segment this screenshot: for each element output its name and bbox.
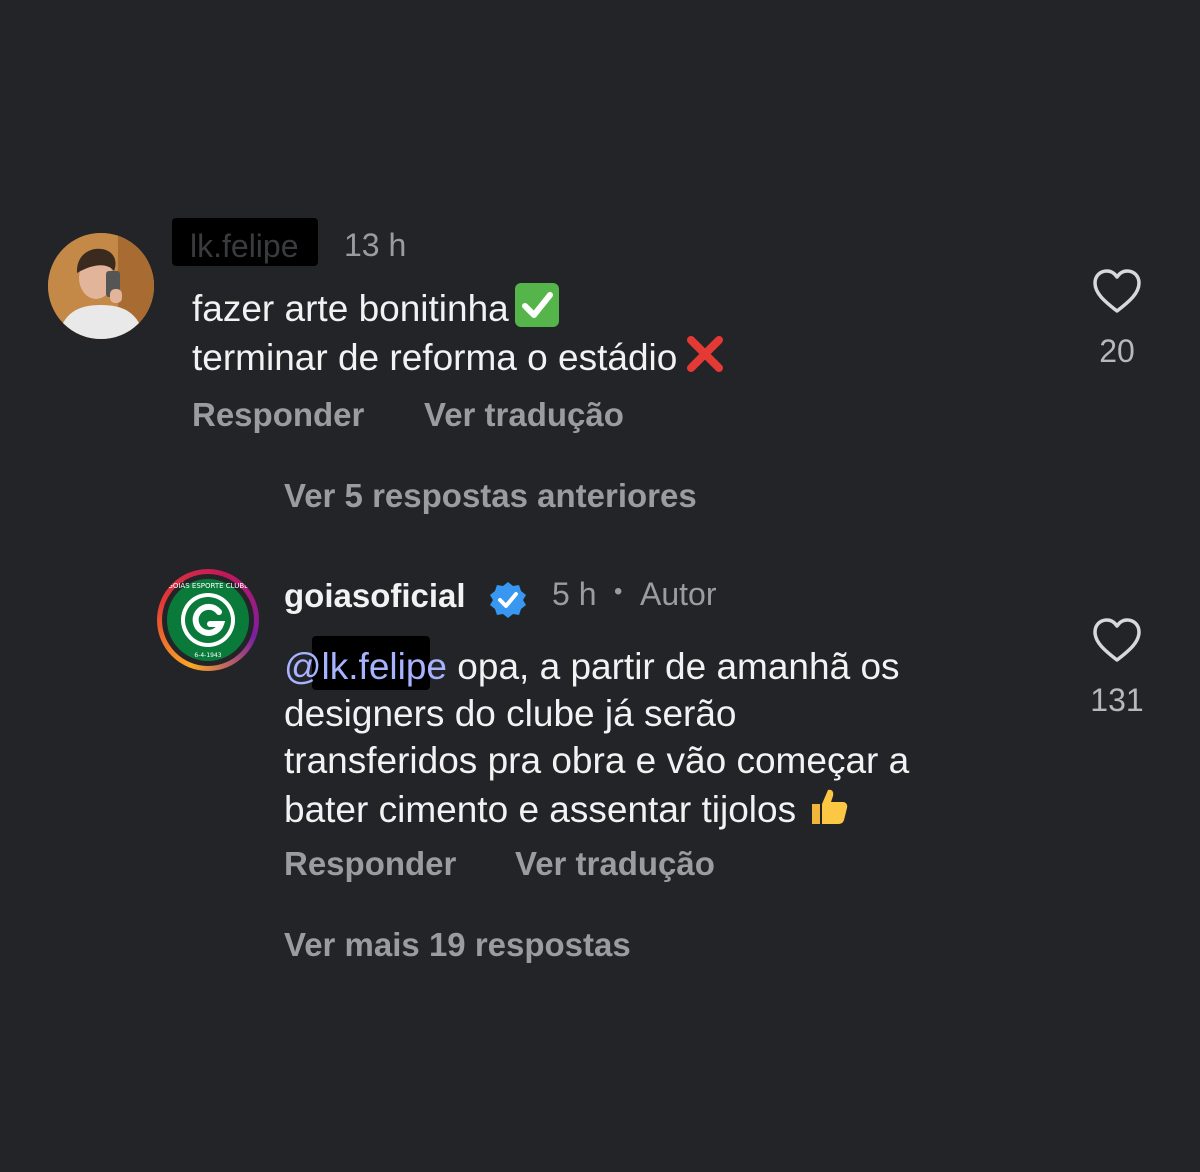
person-photo-icon bbox=[48, 233, 154, 339]
reply-button[interactable]: Responder bbox=[192, 396, 364, 434]
like-count: 20 bbox=[1099, 333, 1135, 369]
comment-username[interactable]: lk.felipe bbox=[190, 228, 299, 265]
view-more-replies-button[interactable]: Ver mais 19 respostas bbox=[284, 926, 631, 964]
comment-line-1: fazer arte bonitinha bbox=[192, 288, 509, 329]
reply-line-3: transferidos pra obra e vão começar a bbox=[284, 740, 910, 781]
reply-button-2[interactable]: Responder bbox=[284, 845, 456, 883]
heart-icon-2[interactable] bbox=[1092, 617, 1142, 663]
author-tag: Autor bbox=[640, 576, 717, 612]
reply-body: @lk.felipe opa, a partir de amanhã os de… bbox=[284, 643, 909, 833]
translate-button-2[interactable]: Ver tradução bbox=[515, 845, 715, 883]
cross-mark-icon bbox=[683, 332, 727, 376]
verified-badge-icon bbox=[490, 582, 526, 618]
crest-ring-text: GOIÁS ESPORTE CLUBE bbox=[167, 581, 248, 590]
heart-icon[interactable] bbox=[1092, 268, 1142, 314]
separator-dot: • bbox=[614, 578, 623, 605]
view-previous-replies-button[interactable]: Ver 5 respostas anteriores bbox=[284, 477, 697, 515]
comment-body: fazer arte bonitinha terminar de reforma… bbox=[192, 283, 727, 381]
translate-button[interactable]: Ver tradução bbox=[424, 396, 624, 434]
reply-line-4: bater cimento e assentar tijolos bbox=[284, 789, 797, 830]
like-count-2: 131 bbox=[1090, 682, 1144, 718]
comment-line-2: terminar de reforma o estádio bbox=[192, 337, 678, 378]
reply-line-2: designers do clube já serão bbox=[284, 693, 737, 734]
check-mark-icon bbox=[514, 283, 559, 327]
thumbs-up-icon bbox=[806, 784, 850, 828]
reply-username[interactable]: goiasoficial bbox=[284, 577, 466, 615]
user-avatar[interactable] bbox=[48, 233, 154, 339]
comment-time: 13 h bbox=[344, 227, 407, 263]
club-avatar[interactable]: GOIÁS ESPORTE CLUBE 6-4-1943 bbox=[157, 569, 259, 671]
crest-date: 6-4-1943 bbox=[194, 652, 221, 659]
reply-line-1: opa, a partir de amanhã os bbox=[457, 646, 900, 687]
reply-time: 5 h bbox=[552, 576, 597, 612]
goias-crest-icon: GOIÁS ESPORTE CLUBE 6-4-1943 bbox=[167, 579, 249, 661]
mention-link[interactable]: @lk.felipe bbox=[284, 646, 447, 687]
